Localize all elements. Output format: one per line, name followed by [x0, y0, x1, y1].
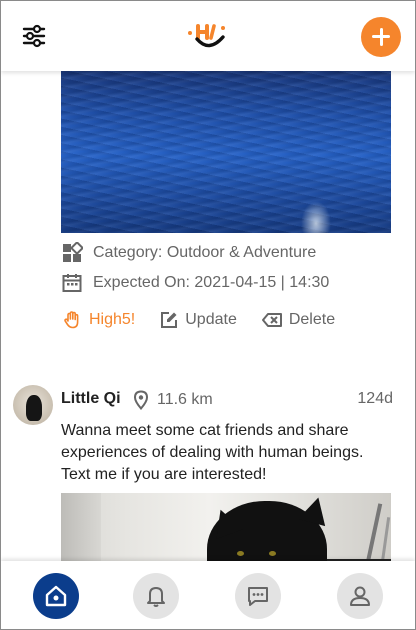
high5-hand-icon: [64, 311, 79, 329]
backspace-icon: [261, 313, 282, 327]
expected-text: Expected On: 2021-04-15 | 14:30: [93, 274, 330, 291]
delete-button[interactable]: Delete: [261, 310, 335, 330]
update-label: Update: [185, 311, 237, 328]
calendar-icon: [62, 274, 82, 292]
chat-icon: [248, 587, 268, 606]
distance-text: 11.6 km: [157, 391, 213, 408]
activity-photo[interactable]: [61, 61, 391, 233]
category-text: Category: Outdoor & Adventure: [93, 244, 317, 261]
activity-actions: High5! Update Delete: [63, 310, 359, 330]
app-frame: Category: Outdoor & Adventure Expected O…: [0, 0, 416, 630]
photo-glint: [301, 201, 331, 233]
post-photo[interactable]: [61, 493, 391, 561]
top-bar: [1, 1, 415, 71]
delete-label: Delete: [288, 311, 336, 328]
nav-home[interactable]: [33, 573, 79, 619]
category-icon: [63, 242, 83, 262]
post-username[interactable]: Little Qi: [61, 390, 121, 408]
profile-icon: [350, 586, 370, 606]
feed[interactable]: Category: Outdoor & Adventure Expected O…: [1, 1, 415, 561]
post-distance: 11.6 km: [133, 390, 213, 410]
add-button[interactable]: [361, 17, 401, 57]
sliders-icon: [22, 24, 46, 48]
high5-button[interactable]: High5!: [63, 310, 135, 330]
filter-button[interactable]: [21, 23, 47, 49]
post-age: 124d: [357, 390, 393, 407]
post-text: Wanna meet some cat friends and share ex…: [61, 422, 364, 483]
post-header: Little Qi 11.6 km 124d: [13, 385, 393, 425]
high5-label: High5!: [89, 311, 136, 328]
high5-logo-icon[interactable]: [185, 17, 233, 53]
home-icon: [45, 585, 67, 607]
location-pin-icon: [133, 390, 149, 410]
edit-icon: [161, 312, 178, 328]
avatar[interactable]: [13, 385, 53, 425]
category-row: Category: Outdoor & Adventure: [61, 241, 316, 265]
nav-profile[interactable]: [337, 573, 383, 619]
bell-icon: [147, 587, 165, 607]
nav-notifications[interactable]: [133, 573, 179, 619]
expected-row: Expected On: 2021-04-15 | 14:30: [61, 271, 329, 295]
update-button[interactable]: Update: [159, 310, 237, 330]
bottom-nav: [1, 561, 415, 629]
nav-messages[interactable]: [235, 573, 281, 619]
